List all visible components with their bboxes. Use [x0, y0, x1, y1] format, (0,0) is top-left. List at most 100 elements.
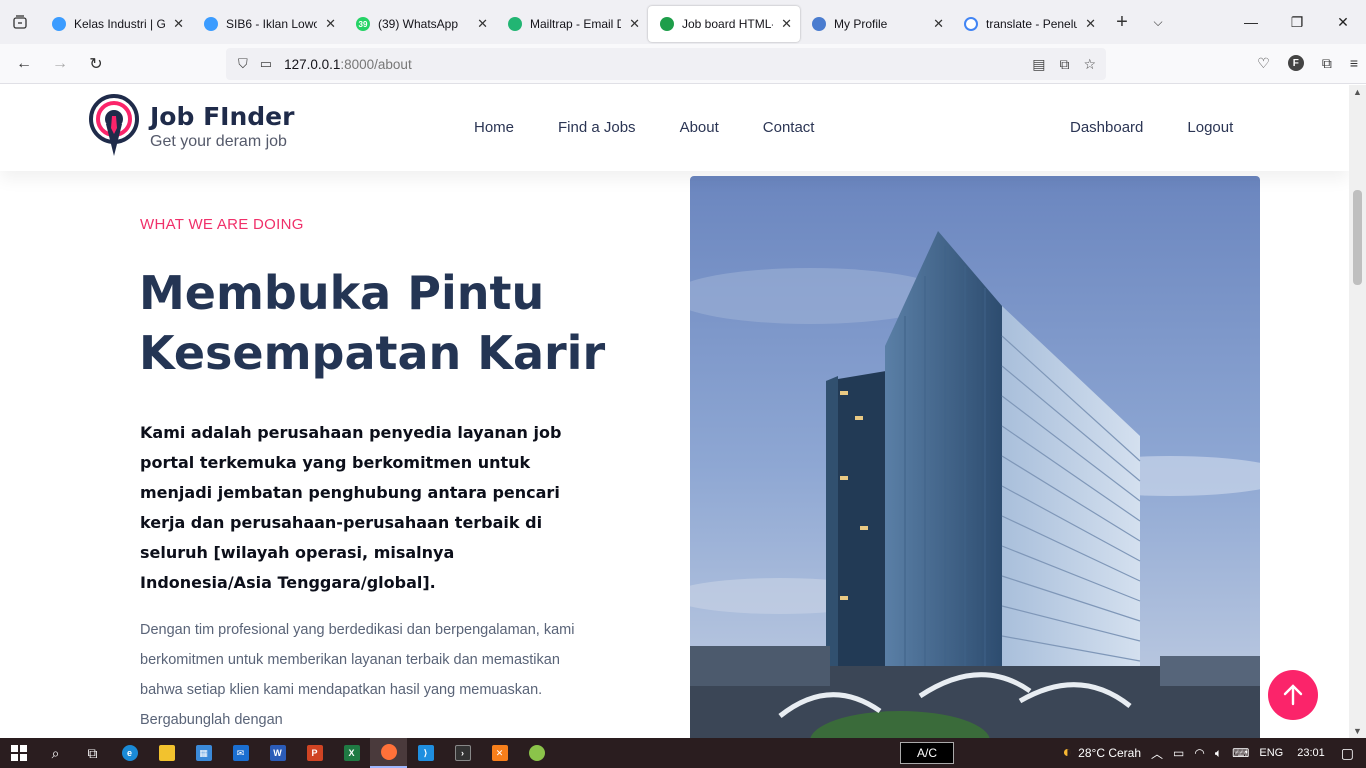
close-window-icon[interactable]: ✕	[1320, 0, 1366, 44]
system-tray: ◐ 28°C Cerah ︿ ▭ ◠ 🔈︎ ⌨ ENG 23:01 ▢	[1063, 738, 1366, 768]
menu-home[interactable]: Home	[474, 119, 514, 136]
office-building-image	[690, 176, 1260, 738]
scrollbar-thumb[interactable]	[1353, 190, 1362, 285]
mail-icon[interactable]: ✉	[222, 738, 259, 768]
menu-dashboard[interactable]: Dashboard	[1070, 119, 1143, 136]
url-path: :8000/about	[340, 56, 412, 72]
body-paragraph: Dengan tim profesional yang berdedikasi …	[140, 622, 575, 728]
browser-nav-bar: ← → ↻ ⛉ ▭ 127.0.0.1:8000/about ▤ ⧉ ☆ ♡ F…	[0, 44, 1366, 84]
menu-icon[interactable]: ≡	[1350, 55, 1358, 72]
scroll-down-icon[interactable]: ▼	[1353, 726, 1362, 736]
site-header: Job FInder Get your deram job Home Find …	[0, 85, 1349, 171]
close-tab-icon[interactable]: ✕	[629, 16, 640, 32]
wifi-icon[interactable]: ◠	[1194, 746, 1204, 760]
brand-name: Job FInder	[150, 101, 295, 131]
page-scrollbar[interactable]: ▲ ▼	[1349, 85, 1366, 738]
tab-favicon-icon	[52, 17, 66, 31]
powerpoint-icon[interactable]: P	[296, 738, 333, 768]
browser-tab[interactable]: Kelas Industri | Ga ✕	[40, 6, 192, 42]
clock[interactable]: 23:01	[1297, 747, 1325, 759]
new-tab-icon[interactable]: +	[1104, 11, 1140, 34]
pocket-icon[interactable]: ♡	[1257, 55, 1270, 72]
browser-tab[interactable]: Job board HTML- ✕	[648, 6, 800, 42]
translate-icon[interactable]: ⧉	[1059, 56, 1069, 73]
search-icon[interactable]: ⌕	[37, 738, 74, 768]
file-explorer-icon[interactable]	[148, 738, 185, 768]
tab-title: Mailtrap - Email D	[530, 17, 622, 31]
volume-icon[interactable]: 🔈︎	[1215, 746, 1222, 761]
back-icon[interactable]: ←	[6, 48, 42, 80]
browser-tab[interactable]: translate - Penelu ✕	[952, 6, 1104, 42]
menu-find-jobs[interactable]: Find a Jobs	[558, 119, 636, 136]
account-avatar-icon[interactable]: F	[1287, 55, 1304, 71]
menu-logout[interactable]: Logout	[1187, 119, 1233, 136]
terminal-icon[interactable]: ›	[444, 738, 481, 768]
tray-overflow-icon[interactable]: ︿	[1151, 745, 1163, 762]
tab-title: (39) WhatsApp	[378, 17, 459, 31]
url-bar[interactable]: ⛉ ▭ 127.0.0.1:8000/about ▤ ⧉ ☆	[226, 48, 1106, 80]
vscode-icon[interactable]: ⟩	[407, 738, 444, 768]
browser-tab[interactable]: SIB6 - Iklan Lowor ✕	[192, 6, 344, 42]
tab-favicon-icon	[812, 17, 826, 31]
os-taskbar: ⌕ ⧉ e ▦ ✉ W P X ⟩ › ✕ A/C ◐ 28°C Cerah ︿…	[0, 738, 1366, 768]
shield-icon[interactable]: ⛉	[238, 56, 248, 72]
edge-icon[interactable]: e	[111, 738, 148, 768]
firefox-icon[interactable]	[370, 738, 407, 768]
tab-favicon-icon	[660, 17, 674, 31]
restore-icon[interactable]: ❐	[1274, 0, 1320, 44]
reader-view-icon[interactable]: ▤	[1032, 56, 1045, 73]
tab-favicon-icon	[204, 17, 218, 31]
tab-favicon-icon	[508, 17, 522, 31]
browser-tab[interactable]: My Profile ✕	[800, 6, 952, 42]
xampp-icon[interactable]: ✕	[481, 738, 518, 768]
close-tab-icon[interactable]: ✕	[933, 16, 944, 32]
window-controls: — ❐ ✕	[1228, 0, 1366, 44]
brand-tagline: Get your deram job	[150, 132, 287, 150]
windows-start-icon[interactable]	[0, 738, 37, 768]
paint-icon[interactable]	[518, 738, 555, 768]
excel-icon[interactable]: X	[333, 738, 370, 768]
site-logo[interactable]: Job FInder Get your deram job	[88, 94, 294, 160]
main-menu: Home Find a Jobs About Contact	[474, 119, 814, 136]
page-info-icon[interactable]: ▭	[260, 56, 272, 72]
tab-title: Kelas Industri | Ga	[74, 17, 166, 31]
language-indicator[interactable]: ENG	[1259, 747, 1283, 759]
menu-about[interactable]: About	[680, 119, 719, 136]
close-tab-icon[interactable]: ✕	[781, 16, 792, 32]
close-tab-icon[interactable]: ✕	[477, 16, 488, 32]
word-icon[interactable]: W	[259, 738, 296, 768]
chevron-down-icon[interactable]: ⌵	[1140, 15, 1176, 30]
forward-icon[interactable]: →	[42, 48, 78, 80]
weather-icon[interactable]: ◐	[1063, 744, 1073, 762]
browser-tab[interactable]: 39 (39) WhatsApp ✕	[344, 6, 496, 42]
close-tab-icon[interactable]: ✕	[173, 16, 184, 32]
minimize-icon[interactable]: —	[1228, 0, 1274, 44]
tab-favicon-icon: 39	[356, 17, 370, 31]
browser-tab-bar: Kelas Industri | Ga ✕ SIB6 - Iklan Lowor ✕ 3…	[0, 0, 1366, 44]
tab-favicon-icon	[964, 17, 978, 31]
logo-mark-icon	[89, 94, 139, 156]
tab-title: Job board HTML-	[682, 17, 774, 31]
menu-contact[interactable]: Contact	[763, 119, 815, 136]
page-viewport: Job FInder Get your deram job Home Find …	[0, 85, 1349, 738]
extensions-icon[interactable]: ⧉	[1322, 55, 1332, 72]
notifications-icon[interactable]: ▢	[1341, 745, 1354, 762]
scroll-to-top-button[interactable]	[1268, 670, 1318, 720]
tab-title: SIB6 - Iklan Lowor	[226, 17, 318, 31]
keyboard-icon[interactable]: ⌨	[1232, 746, 1249, 760]
task-view-icon[interactable]: ⧉	[74, 738, 111, 768]
store-icon[interactable]: ▦	[185, 738, 222, 768]
tab-list-icon[interactable]	[0, 0, 40, 44]
bookmark-star-icon[interactable]: ☆	[1083, 56, 1096, 73]
tab-title: translate - Penelu	[986, 17, 1078, 31]
weather-text[interactable]: 28°C Cerah	[1078, 746, 1141, 760]
scroll-up-icon[interactable]: ▲	[1353, 87, 1362, 97]
section-eyebrow: WHAT WE ARE DOING	[140, 216, 304, 233]
tab-title: My Profile	[834, 17, 888, 31]
close-tab-icon[interactable]: ✕	[325, 16, 336, 32]
ac-indicator[interactable]: A/C	[900, 742, 954, 764]
browser-tab[interactable]: Mailtrap - Email D ✕	[496, 6, 648, 42]
close-tab-icon[interactable]: ✕	[1085, 16, 1096, 32]
battery-icon[interactable]: ▭	[1173, 746, 1184, 760]
reload-icon[interactable]: ↻	[78, 48, 114, 80]
